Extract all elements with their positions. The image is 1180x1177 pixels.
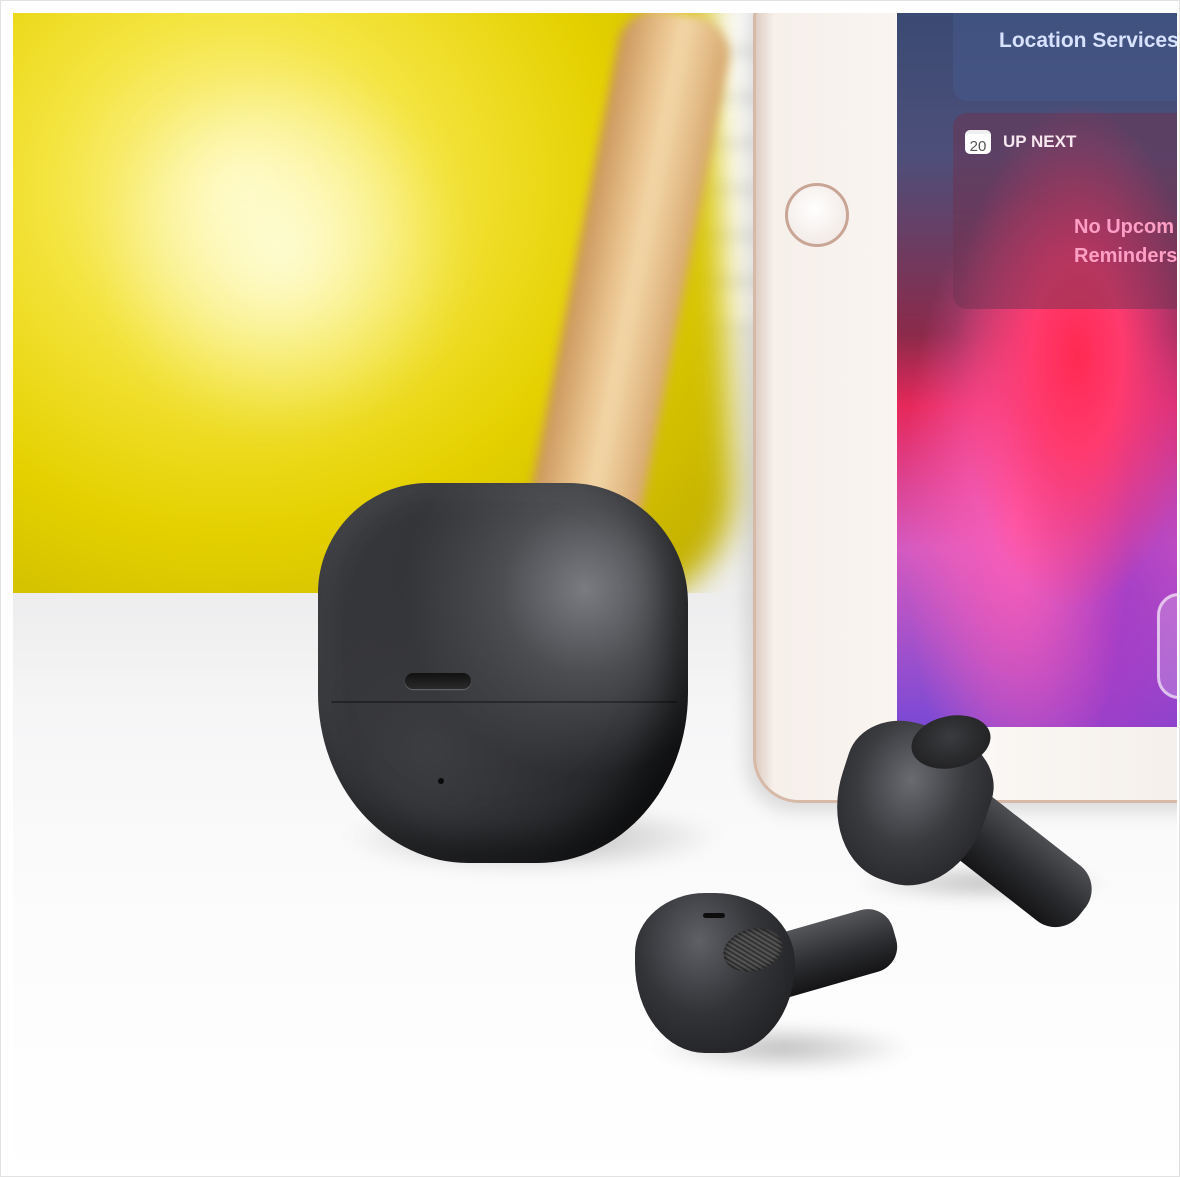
location-services-label: Location Services: [999, 29, 1177, 52]
calendar-icon: 20: [965, 130, 991, 155]
case-lid-seam: [331, 701, 677, 703]
tablet-home-button: [785, 183, 849, 247]
chair-highlight: [93, 73, 473, 433]
product-photo-frame: Location Services 20 UP NEXT No Upcom Re…: [0, 0, 1180, 1177]
up-next-label: UP NEXT: [1003, 132, 1077, 151]
no-reminders-message: No Upcom Reminders: [1074, 213, 1177, 271]
charging-case: [318, 483, 688, 863]
left-earbud-vent: [703, 913, 725, 918]
case-indicator-light: [405, 673, 471, 689]
product-photo: Location Services 20 UP NEXT No Upcom Re…: [13, 13, 1177, 1176]
app-icon: [1157, 593, 1177, 699]
no-reminders-line-2: Reminders: [1074, 245, 1177, 267]
up-next-widget: 20 UP NEXT No Upcom Reminders: [953, 113, 1177, 309]
no-reminders-line-1: No Upcom: [1074, 216, 1174, 238]
case-pinhole: [438, 778, 444, 784]
location-services-widget: Location Services: [953, 13, 1177, 101]
tablet-screen: Location Services 20 UP NEXT No Upcom Re…: [897, 13, 1177, 727]
